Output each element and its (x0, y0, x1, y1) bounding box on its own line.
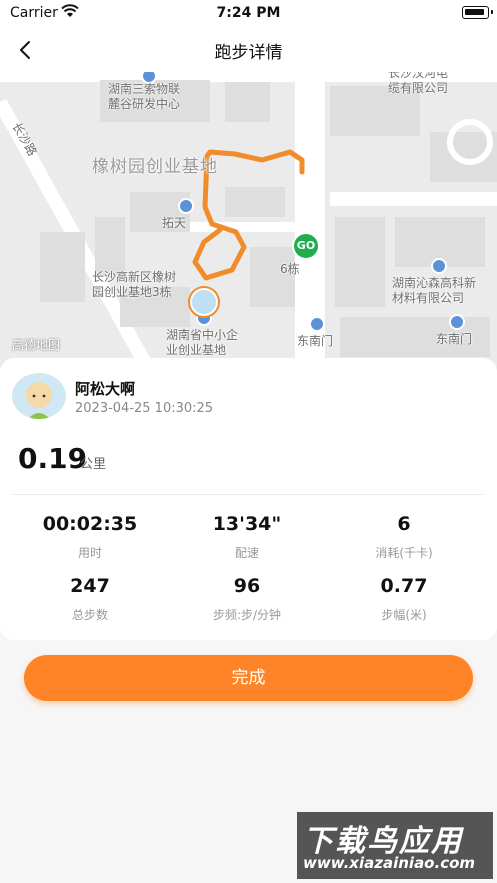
stat-value: 0.77 (380, 575, 428, 597)
map-label-poi1: 湖南三索物联 麓谷研发中心 (108, 82, 181, 111)
status-bar: Carrier 7:24 PM (0, 0, 497, 28)
map-label-poi5: 湖南沁森高科新 材料有限公司 (392, 276, 477, 305)
poi-marker-icon (178, 198, 194, 214)
stat-stride: 0.77 步幅(米) (324, 575, 484, 623)
distance-unit: 公里 (80, 457, 107, 472)
stat-label: 总步数 (71, 608, 108, 622)
start-marker: GO (292, 232, 320, 260)
stat-value: 13'34" (212, 513, 282, 535)
poi-marker-icon (309, 316, 325, 332)
route-map[interactable]: 湖南三索物联 麓谷研发中心 长沙汉河电 缆有限公司 橡树园创业基地 长沙路 拓天… (0, 72, 497, 372)
stat-cadence: 96 步频:步/分钟 (167, 575, 327, 623)
run-summary-card: 阿松大啊 2023-04-25 10:30:25 0.19 公里 00:02:3… (0, 358, 497, 640)
done-button[interactable]: 完成 (24, 655, 473, 701)
battery-icon (462, 6, 493, 19)
distance-value: 0.19 (18, 442, 88, 475)
stat-value: 6 (397, 513, 411, 535)
stat-duration: 00:02:35 用时 (10, 513, 170, 561)
divider (12, 494, 485, 495)
stat-value: 247 (70, 575, 110, 597)
stat-value: 00:02:35 (42, 513, 138, 535)
map-label-poi6: 湖南省中小企 业创业基地 (166, 328, 239, 357)
stat-steps: 247 总步数 (10, 575, 170, 623)
avatar (12, 373, 66, 419)
stat-label: 步频:步/分钟 (212, 608, 282, 622)
map-logo: 高德地图 (12, 338, 61, 352)
map-base (0, 72, 497, 372)
page-title: 跑步详情 (214, 43, 283, 63)
watermark-url: www.xiazainiao.com (303, 854, 476, 872)
clock: 7:24 PM (216, 5, 281, 21)
stat-label: 步幅(米) (381, 608, 427, 622)
run-datetime: 2023-04-25 10:30:25 (75, 401, 214, 416)
poi-marker-icon (431, 258, 447, 274)
nav-bar: 跑步详情 (0, 28, 497, 72)
runner-avatar-marker (190, 288, 218, 316)
stat-pace: 13'34" 配速 (167, 513, 327, 561)
stat-label: 消耗(千卡) (375, 546, 433, 560)
map-label-poi2: 长沙汉河电 缆有限公司 (388, 72, 449, 95)
stat-value: 96 (233, 575, 261, 597)
map-label-gate2: 东南门 (436, 332, 473, 346)
stat-label: 配速 (234, 546, 259, 560)
map-label-gate1: 东南门 (297, 334, 334, 348)
stat-label: 用时 (77, 546, 102, 560)
map-label-area: 橡树园创业基地 (92, 157, 218, 177)
watermark: 下载鸟应用 www.xiazainiao.com (297, 812, 493, 879)
map-label-poi4: 长沙高新区橡树 园创业基地3栋 (92, 270, 177, 299)
map-label-bldg: 6栋 (280, 262, 300, 276)
stat-calories: 6 消耗(千卡) (324, 513, 484, 561)
poi-marker-icon (449, 314, 465, 330)
map-label-poi3: 拓天 (162, 216, 187, 230)
user-name: 阿松大啊 (75, 380, 136, 398)
